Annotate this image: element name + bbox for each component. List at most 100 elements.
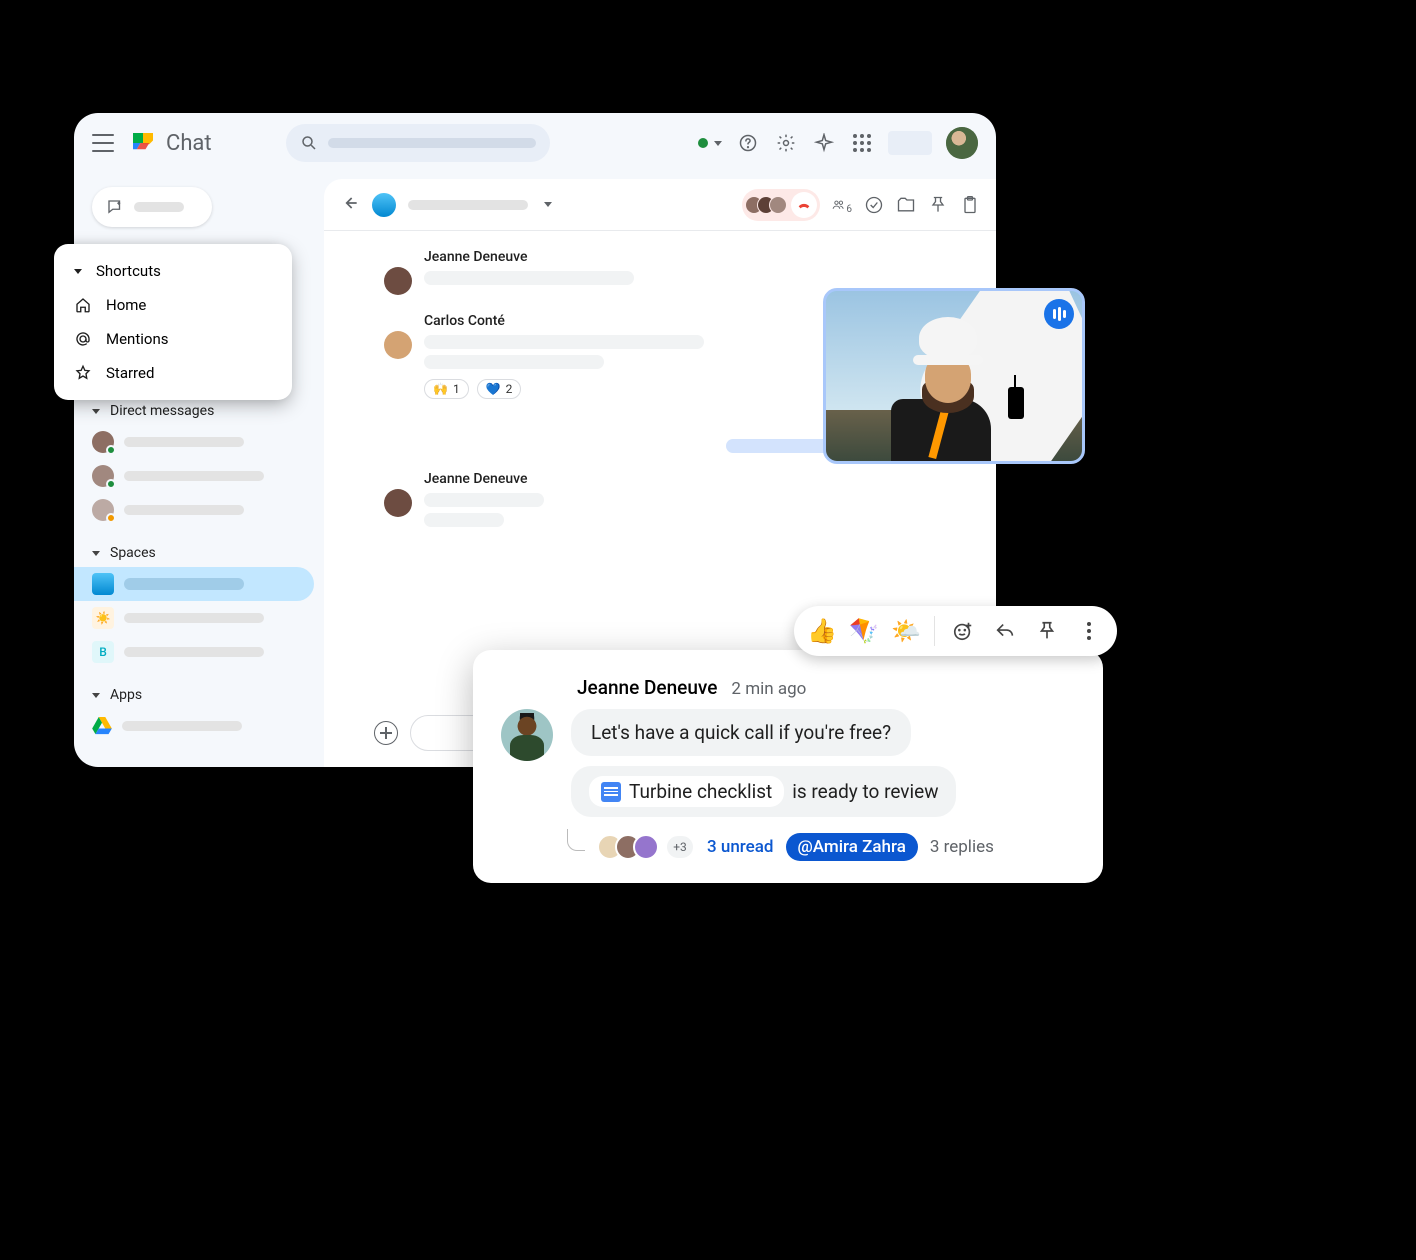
search-icon	[300, 134, 318, 152]
shortcuts-title: Shortcuts	[96, 262, 161, 280]
hangup-button[interactable]	[791, 192, 817, 218]
react-sun[interactable]: 🌤️	[888, 613, 924, 649]
google-apps-button[interactable]	[850, 131, 874, 155]
sender-avatar	[384, 489, 412, 517]
new-chat-icon	[106, 198, 124, 216]
emoji-thumbs-up-icon: 👍	[807, 617, 837, 645]
space-item-active[interactable]	[74, 567, 314, 601]
react-thumbs-up[interactable]: 👍	[804, 613, 840, 649]
chevron-down-icon[interactable]	[544, 202, 552, 207]
search-bar[interactable]	[286, 124, 550, 162]
reaction-count: 2	[506, 382, 513, 396]
reply-count[interactable]: 3 replies	[930, 837, 994, 857]
document-chip[interactable]: Turbine checklist	[589, 776, 784, 807]
more-actions-button[interactable]	[1071, 613, 1107, 649]
shortcut-home[interactable]: Home	[54, 288, 292, 322]
dm-item[interactable]	[74, 459, 314, 493]
chevron-down-icon	[714, 141, 722, 146]
sender-avatar	[384, 331, 412, 359]
message-bubble[interactable]: Let's have a quick call if you're free?	[571, 709, 911, 756]
reaction-chip[interactable]: 💙2	[477, 379, 522, 399]
message-bubble-with-chip[interactable]: Turbine checklist is ready to review	[571, 766, 956, 817]
message[interactable]: Jeanne Deneuve	[384, 471, 936, 527]
emoji-sun-cloud-icon: 🌤️	[891, 617, 921, 645]
reaction-chip[interactable]: 🙌1	[424, 379, 469, 399]
reaction-count: 1	[453, 382, 460, 396]
collapse-icon	[92, 551, 100, 556]
menu-icon[interactable]	[92, 134, 114, 152]
pin-button[interactable]	[928, 195, 948, 215]
emoji-kite-icon: 🪁	[849, 617, 879, 645]
sun-icon: ☀️	[92, 607, 114, 629]
new-chat-button[interactable]	[92, 187, 212, 227]
shortcut-label: Home	[106, 296, 146, 314]
workspace-badge[interactable]	[888, 131, 932, 155]
gemini-button[interactable]	[812, 131, 836, 155]
files-button[interactable]	[896, 195, 916, 215]
globe-icon	[92, 573, 114, 595]
apps-grid-icon	[853, 134, 871, 152]
dm-item[interactable]	[74, 493, 314, 527]
shortcut-mentions[interactable]: Mentions	[54, 322, 292, 356]
settings-button[interactable]	[774, 131, 798, 155]
reply-button[interactable]	[987, 613, 1023, 649]
mention-icon	[74, 330, 92, 348]
add-reaction-button[interactable]	[945, 613, 981, 649]
shortcuts-header[interactable]: Shortcuts	[54, 254, 292, 288]
chat-logo-icon	[128, 128, 158, 158]
pin-message-button[interactable]	[1029, 613, 1065, 649]
app-header: Chat	[74, 113, 996, 173]
conversation-header: 6	[324, 179, 996, 231]
back-button[interactable]	[340, 193, 360, 217]
dm-section-title: Direct messages	[110, 403, 214, 419]
shortcut-label: Mentions	[106, 330, 168, 348]
sender-name: Jeanne Deneuve	[424, 249, 634, 265]
presence-away-icon	[106, 513, 116, 523]
app-item-drive[interactable]	[74, 709, 314, 743]
presence-status[interactable]	[698, 138, 722, 148]
letter-icon: B	[92, 641, 114, 663]
members-button[interactable]: 6	[832, 195, 852, 215]
participant-video	[877, 317, 1018, 462]
spaces-section-title: Spaces	[110, 545, 156, 561]
status-active-icon	[698, 138, 708, 148]
space-avatar-icon	[372, 193, 396, 217]
product-logo[interactable]: Chat	[128, 128, 212, 158]
tasks-button[interactable]	[864, 195, 884, 215]
space-item[interactable]: B	[74, 635, 314, 669]
search-placeholder	[328, 138, 536, 148]
speaking-indicator-icon	[1044, 299, 1074, 329]
detail-sender-avatar[interactable]	[501, 709, 553, 761]
account-avatar[interactable]	[946, 127, 978, 159]
apps-section-header[interactable]: Apps	[74, 681, 324, 709]
thread-participants	[597, 834, 659, 860]
message-text: is ready to review	[792, 780, 938, 803]
react-kite[interactable]: 🪁	[846, 613, 882, 649]
sender-name: Jeanne Deneuve	[424, 471, 544, 487]
apps-section-title: Apps	[110, 687, 142, 703]
more-participants-badge[interactable]: +3	[665, 834, 695, 860]
emoji-heart-icon: 💙	[486, 382, 501, 396]
add-attachment-button[interactable]	[374, 721, 398, 745]
unread-count[interactable]: 3 unread	[707, 837, 774, 857]
presence-dot-icon	[106, 445, 116, 455]
space-title[interactable]	[408, 200, 528, 210]
space-item[interactable]: ☀️	[74, 601, 314, 635]
spaces-section-header[interactable]: Spaces	[74, 539, 324, 567]
presence-dot-icon	[106, 479, 116, 489]
home-icon	[74, 296, 92, 314]
dm-item[interactable]	[74, 425, 314, 459]
dm-section-header[interactable]: Direct messages	[74, 397, 324, 425]
thread-summary[interactable]: +3 3 unread @Amira Zahra 3 replies	[501, 833, 1075, 861]
active-call-pill[interactable]	[742, 189, 820, 221]
message-detail-card: 👍 🪁 🌤️ Jeanne Deneuve 2 min ago Let's ha…	[473, 650, 1103, 883]
detail-timestamp: 2 min ago	[731, 679, 806, 699]
video-call-thumbnail[interactable]	[823, 288, 1085, 464]
shortcut-label: Starred	[106, 364, 154, 382]
help-button[interactable]	[736, 131, 760, 155]
mention-chip[interactable]: @Amira Zahra	[786, 833, 918, 861]
clipboard-button[interactable]	[960, 195, 980, 215]
shortcut-starred[interactable]: Starred	[54, 356, 292, 390]
drive-icon	[92, 717, 112, 735]
emoji-hands-icon: 🙌	[433, 382, 448, 396]
